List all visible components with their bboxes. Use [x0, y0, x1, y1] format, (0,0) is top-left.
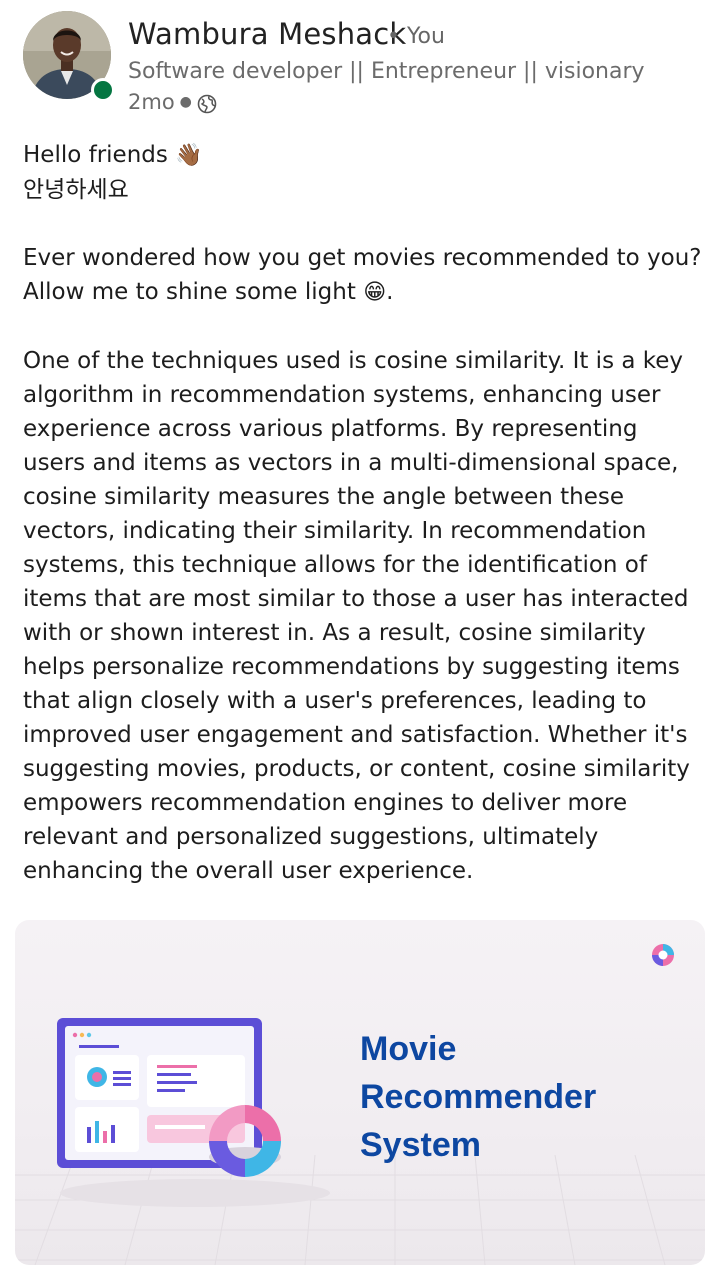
- post-time: 2mo: [128, 90, 175, 114]
- question-line: Ever wondered how you get movies recomme…: [23, 245, 702, 271]
- author-name[interactable]: Wambura Meshack: [128, 17, 406, 51]
- online-status-indicator: [91, 78, 115, 102]
- author-relation: • You: [387, 24, 445, 49]
- greeting-text: Hello friends: [23, 142, 168, 168]
- card-title-line-3: System: [360, 1126, 481, 1164]
- separator-dot: ●: [179, 94, 192, 110]
- grinning-face-emoji: 😁: [363, 280, 387, 305]
- post-body: One of the techniques used is cosine sim…: [23, 348, 690, 884]
- card-title: Movie Recommender System: [360, 1025, 596, 1169]
- intro-text: Allow me to shine some light: [23, 279, 356, 305]
- post-meta: 2mo ●: [128, 90, 217, 114]
- card-title-line-2: Recommender: [360, 1078, 597, 1116]
- korean-greeting: 안녕하세요: [23, 177, 129, 203]
- intro-end: .: [386, 279, 394, 305]
- post-header: Wambura Meshack • You Software developer…: [0, 0, 720, 130]
- greeting-line: Hello friends 👋🏾: [23, 138, 703, 173]
- brand-logo-icon: [652, 944, 674, 966]
- author-headline: Software developer || Entrepreneur || vi…: [128, 59, 645, 84]
- post-image-card[interactable]: Movie Recommender System: [15, 920, 705, 1265]
- card-title-line-1: Movie: [360, 1030, 457, 1068]
- post-text: Hello friends 👋🏾 안녕하세요 Ever wondered how…: [23, 138, 703, 888]
- globe-icon: [197, 94, 217, 113]
- dashboard-illustration: [57, 1018, 330, 1207]
- waving-hand-emoji: 👋🏾: [175, 143, 203, 168]
- relation-label: You: [406, 24, 445, 49]
- intro-line: Allow me to shine some light 😁.: [23, 275, 703, 310]
